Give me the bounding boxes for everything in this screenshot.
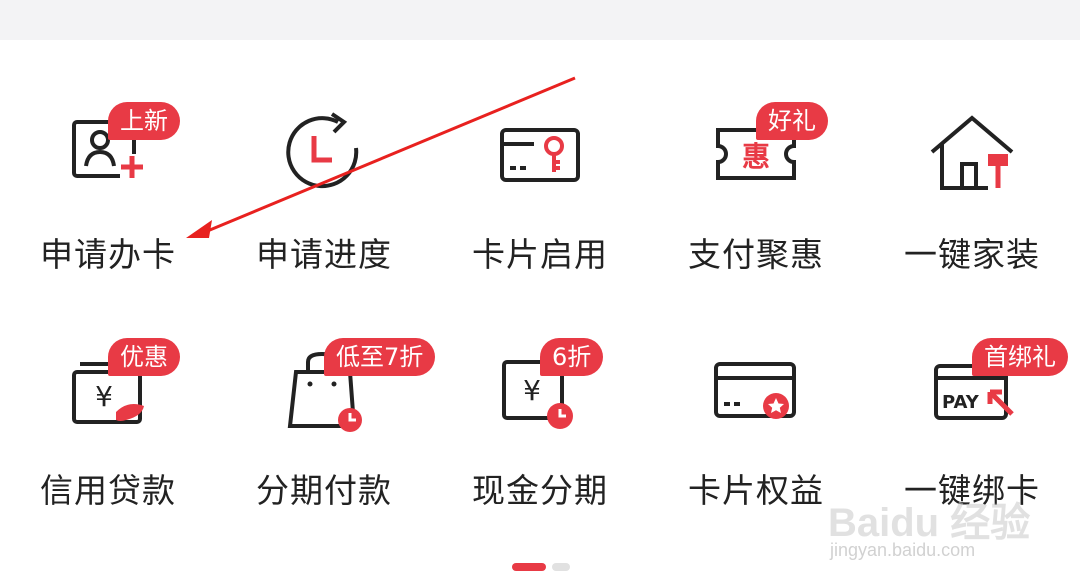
tile-installment-payment[interactable]: 低至7折 分期付款 — [216, 316, 436, 552]
tile-label-home-decor: 一键家装 — [904, 235, 1040, 274]
badge-70-percent: 低至7折 — [324, 338, 436, 376]
card-star-icon — [706, 340, 806, 440]
page-dot-inactive[interactable] — [552, 563, 570, 571]
tile-card-activate[interactable]: 卡片启用 — [432, 80, 648, 316]
tile-home-decor[interactable]: 一键家装 — [864, 80, 1080, 316]
yuan-glyph: ¥ — [523, 374, 541, 407]
tile-card-benefits[interactable]: 卡片权益 — [648, 316, 864, 552]
tile-label-credit-loan: 信用贷款 — [40, 471, 176, 510]
page-dot-active[interactable] — [512, 563, 546, 571]
tile-apply-card[interactable]: 上新 申请办卡 — [0, 80, 216, 316]
badge-60-percent: 6折 — [540, 338, 604, 376]
badge-discount: 优惠 — [108, 338, 180, 376]
tile-label-card-benefits: 卡片权益 — [688, 471, 824, 510]
tile-label-apply-progress: 申请进度 — [256, 235, 392, 274]
tile-label-card-activate: 卡片启用 — [472, 235, 608, 274]
badge-gift: 好礼 — [756, 102, 828, 140]
service-grid: 上新 申请办卡 申请进度 卡片启用 惠 好礼 支付聚惠 一键家装 ¥ 优惠 信用… — [0, 80, 1080, 552]
tile-label-cash-installment: 现金分期 — [472, 471, 608, 510]
badge-first-bind-gift: 首绑礼 — [972, 338, 1068, 376]
house-paint-icon — [922, 104, 1022, 204]
tile-credit-loan[interactable]: ¥ 优惠 信用贷款 — [0, 316, 216, 552]
badge-new: 上新 — [108, 102, 180, 140]
coupon-glyph: 惠 — [742, 140, 770, 173]
progress-clock-icon — [274, 104, 374, 204]
tile-label-payment-deals: 支付聚惠 — [688, 235, 824, 274]
tile-payment-deals[interactable]: 惠 好礼 支付聚惠 — [648, 80, 864, 316]
pay-text: PAY — [942, 392, 980, 413]
tile-apply-progress[interactable]: 申请进度 — [216, 80, 432, 316]
page-indicator[interactable] — [512, 563, 572, 571]
tile-label-bind-card: 一键绑卡 — [904, 471, 1040, 510]
tile-cash-installment[interactable]: ¥ 6折 现金分期 — [432, 316, 648, 552]
tile-label-installment-payment: 分期付款 — [256, 471, 392, 510]
tile-label-apply-card: 申请办卡 — [40, 235, 176, 274]
yuan-glyph: ¥ — [95, 380, 113, 413]
top-band — [0, 0, 1080, 40]
tile-bind-card[interactable]: PAY 首绑礼 一键绑卡 — [864, 316, 1080, 552]
card-key-icon — [490, 104, 590, 204]
